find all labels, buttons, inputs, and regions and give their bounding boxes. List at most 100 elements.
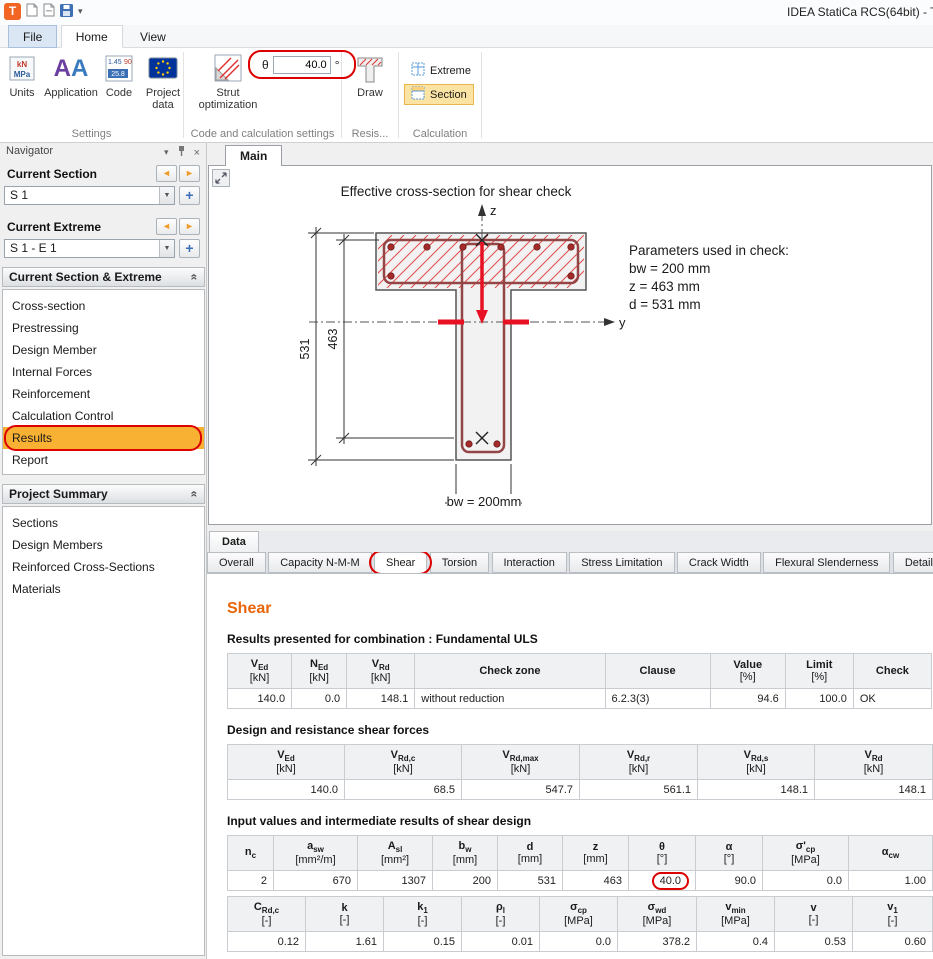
table-cell: 148.1: [815, 780, 933, 800]
combo-dropdown-icon[interactable]: ▼: [159, 187, 174, 204]
sidebar-item-cross-section[interactable]: Cross-section: [3, 295, 204, 317]
tab-shear[interactable]: Shear: [374, 552, 427, 573]
next-extreme-button[interactable]: ►: [179, 218, 200, 235]
check-table-title: Results presented for combination : Fund…: [227, 632, 933, 646]
table-cell: 0.4: [697, 932, 775, 952]
project-summary-header[interactable]: Project Summary «: [2, 484, 205, 504]
application-button[interactable]: AA Application: [42, 51, 100, 127]
tab-data[interactable]: Data: [209, 531, 259, 552]
dimension-463-label: 463: [326, 329, 340, 350]
collapse-icon[interactable]: «: [186, 491, 204, 498]
current-section-select[interactable]: S 1 ▼: [4, 186, 175, 205]
resistance-group-label: Resis...: [342, 128, 398, 140]
table-cell: 94.6: [710, 689, 785, 709]
table-cell: 0.12: [228, 932, 306, 952]
code-icon: 1.45 90 25.8: [100, 51, 138, 87]
table-cell: 0.0: [292, 689, 347, 709]
project-data-icon: [140, 51, 186, 87]
section-icon: [411, 86, 425, 103]
save-icon[interactable]: [60, 4, 73, 20]
previous-extreme-button[interactable]: ◄: [156, 218, 177, 235]
group-separator: [481, 52, 482, 138]
check-results-table: VEd[kN]NEd[kN]VRd[kN]Check zoneClauseVal…: [207, 653, 933, 709]
open-document-icon[interactable]: [43, 3, 55, 20]
panel-dropdown-icon[interactable]: ▾: [164, 147, 169, 158]
strut-optimization-button[interactable]: Strut optimization: [196, 51, 260, 127]
tab-capacity-n-m-m[interactable]: Capacity N-M-M: [268, 552, 371, 573]
extreme-button[interactable]: Extreme: [404, 60, 478, 81]
project-data-button[interactable]: Project data: [140, 51, 186, 127]
table-cell: 0.15: [384, 932, 462, 952]
parameter-d: d = 531 mm: [629, 297, 701, 312]
section-extreme-header[interactable]: Current Section & Extreme «: [2, 267, 205, 287]
column-header: d[mm]: [498, 836, 563, 871]
add-extreme-button[interactable]: +: [179, 239, 200, 258]
code-button[interactable]: 1.45 90 25.8 Code: [100, 51, 138, 127]
table-cell: 0.60: [853, 932, 933, 952]
sidebar-item-materials[interactable]: Materials: [3, 578, 204, 600]
toolbar-dropdown-icon[interactable]: ▾: [78, 6, 83, 17]
combo-dropdown-icon[interactable]: ▼: [159, 240, 174, 257]
application-label: Application: [42, 87, 100, 99]
table-cell: 0.01: [462, 932, 540, 952]
sidebar-item-reinforced-cross-sections[interactable]: Reinforced Cross-Sections: [3, 556, 204, 578]
next-section-button[interactable]: ►: [179, 165, 200, 182]
cross-section-drawing: Effective cross-section for shear check …: [209, 166, 931, 524]
current-extreme-select[interactable]: S 1 - E 1 ▼: [4, 239, 175, 258]
column-header: k[-]: [306, 897, 384, 932]
table-cell: 1.61: [306, 932, 384, 952]
tab-home[interactable]: Home: [61, 25, 123, 48]
z-axis-label: z: [490, 203, 497, 218]
quick-access-toolbar: T ▾: [4, 3, 83, 20]
tab-file[interactable]: File: [8, 25, 57, 48]
data-panel: Data Overall Capacity N-M-M Shear Torsio…: [207, 531, 933, 959]
draw-button[interactable]: Draw: [344, 51, 396, 127]
navigator-title: Navigator: [6, 145, 53, 157]
sidebar-item-calculation-control[interactable]: Calculation Control: [3, 405, 204, 427]
tab-crack-width[interactable]: Crack Width: [677, 552, 761, 573]
results-table: VEd[kN]VRd,c[kN]VRd,max[kN]VRd,r[kN]VRd,…: [227, 744, 933, 800]
add-section-button[interactable]: +: [179, 186, 200, 205]
sidebar-item-design-member[interactable]: Design Member: [3, 339, 204, 361]
tab-detailed[interactable]: Detailed: [893, 552, 933, 573]
table-cell: 0.0: [540, 932, 618, 952]
group-separator: [183, 52, 184, 138]
column-header: α[°]: [696, 836, 763, 871]
app-icon[interactable]: T: [4, 3, 21, 20]
tab-view[interactable]: View: [126, 26, 180, 49]
collapse-icon[interactable]: «: [186, 274, 204, 281]
new-document-icon[interactable]: [26, 3, 38, 20]
section-button[interactable]: Section: [404, 84, 474, 105]
tab-flexural-slenderness[interactable]: Flexural Slenderness: [763, 552, 890, 573]
units-button[interactable]: kN MPa Units: [2, 51, 42, 127]
sidebar-item-internal-forces[interactable]: Internal Forces: [3, 361, 204, 383]
tab-stress-limitation[interactable]: Stress Limitation: [569, 552, 674, 573]
sidebar-item-sections[interactable]: Sections: [3, 512, 204, 534]
dimension-531-label: 531: [298, 339, 312, 360]
sidebar-item-design-members[interactable]: Design Members: [3, 534, 204, 556]
tab-interaction[interactable]: Interaction: [492, 552, 567, 573]
sidebar-item-prestressing[interactable]: Prestressing: [3, 317, 204, 339]
results-table: CRd,c[-]k[-]k1[-]ρl[-]σcp[MPa]σwd[MPa]vm…: [227, 896, 933, 952]
tab-overall[interactable]: Overall: [207, 552, 266, 573]
column-header: ρl[-]: [462, 897, 540, 932]
parameter-z: z = 463 mm: [629, 279, 700, 294]
tab-main[interactable]: Main: [225, 145, 282, 166]
section-label: Section: [430, 89, 467, 101]
strut-optimization-icon: [196, 51, 260, 87]
column-header: σcp[MPa]: [540, 897, 618, 932]
previous-section-button[interactable]: ◄: [156, 165, 177, 182]
pin-icon[interactable]: [176, 145, 187, 160]
sidebar-item-results[interactable]: Results: [3, 427, 204, 449]
sidebar-item-report[interactable]: Report: [3, 449, 204, 471]
sidebar-item-reinforcement[interactable]: Reinforcement: [3, 383, 204, 405]
table-cell: 68.5: [345, 780, 462, 800]
tab-torsion[interactable]: Torsion: [430, 552, 489, 573]
draw-icon: [344, 51, 396, 87]
theta-input[interactable]: [273, 56, 331, 74]
column-header: VRd[kN]: [347, 654, 415, 689]
data-content: Shear Results presented for combination …: [207, 573, 933, 959]
navigator-header: Navigator ▾ ×: [0, 145, 206, 163]
forces-table-title: Design and resistance shear forces: [227, 723, 933, 737]
close-icon[interactable]: ×: [194, 147, 200, 159]
